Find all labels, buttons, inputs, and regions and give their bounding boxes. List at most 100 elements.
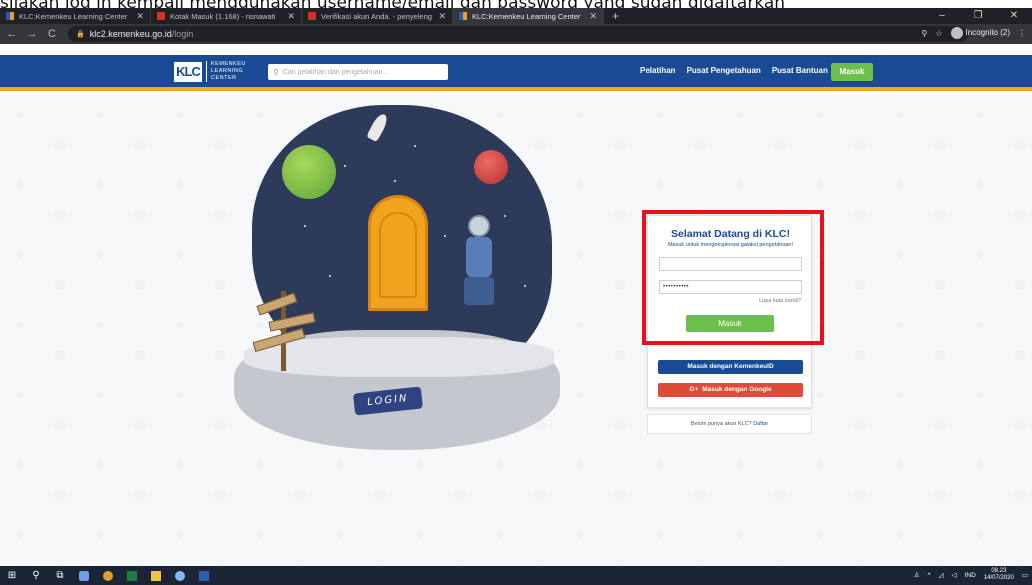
- sign-board: [252, 328, 306, 352]
- site-header: KLC KEMENKEU LEARNING CENTER ⚲ Cari pela…: [0, 55, 1032, 91]
- nav-pusat-bantuan[interactable]: Pusat Bantuan: [772, 66, 828, 75]
- green-planet-icon: [282, 145, 336, 199]
- logo-line: LEARNING: [211, 68, 244, 74]
- forward-icon[interactable]: →: [24, 28, 40, 40]
- google-login-button[interactable]: G+ Masuk dengan Google: [658, 383, 803, 397]
- highlight-box: [642, 210, 824, 345]
- file-explorer-icon[interactable]: [144, 566, 168, 585]
- star-icon: [524, 285, 526, 287]
- address-bar-row: ← → C 🔒 klc2.kemenkeu.go.id/login ⚲ ☆ In…: [0, 24, 1032, 44]
- browser-toolbar-right: ⚲ ☆ Incognito (2) ⋮: [922, 27, 1026, 39]
- clock-time: 08.23: [991, 568, 1007, 574]
- close-icon[interactable]: ✕: [287, 11, 295, 22]
- logo-line: KEMENKEU: [211, 61, 246, 67]
- tab-label: Verifikasi akun Anda. - penyeleng: [321, 11, 432, 21]
- back-icon[interactable]: ←: [4, 28, 20, 40]
- sign-board: [256, 292, 298, 316]
- chrome-icon[interactable]: [96, 566, 120, 585]
- search-placeholder: Cari pelatihan dan pengetahuan...: [282, 68, 389, 76]
- word-icon[interactable]: [192, 566, 216, 585]
- kemenkeuid-login-button[interactable]: Masuk dengan KemenkeuID: [658, 360, 803, 374]
- register-link[interactable]: Daftar: [753, 421, 768, 427]
- maximize-icon[interactable]: ❐: [960, 8, 996, 24]
- new-tab-icon[interactable]: +: [612, 9, 619, 23]
- klc-favicon-icon: [6, 12, 14, 20]
- google-plus-icon: G+: [689, 386, 699, 393]
- header-login-button[interactable]: Masuk: [831, 63, 873, 81]
- lock-icon: 🔒: [76, 31, 85, 38]
- star-icon: [394, 180, 396, 182]
- tutorial-caption: silakan log in kembali menggunakan usern…: [0, 0, 1032, 8]
- google-login-label: Masuk dengan Google: [702, 386, 772, 393]
- network-icon[interactable]: ◿: [939, 571, 944, 579]
- nav-pelatihan[interactable]: Pelatihan: [640, 66, 676, 75]
- astronaut-helmet: [468, 215, 490, 237]
- tab-label: Kotak Masuk (1.168) - risnawati: [170, 11, 276, 21]
- gmail-favicon-icon: [308, 12, 316, 20]
- url-path: /login: [171, 29, 194, 39]
- browser-tab[interactable]: Kotak Masuk (1.168) - risnawati ✕: [151, 8, 302, 24]
- app-icon[interactable]: [72, 566, 96, 585]
- url-host: klc2.kemenkeu.go.id: [89, 29, 172, 39]
- url-input[interactable]: 🔒 klc2.kemenkeu.go.id/login: [68, 26, 968, 42]
- zoom-icon[interactable]: ⚲: [922, 29, 928, 38]
- logo-mark: KLC: [174, 61, 202, 82]
- clock[interactable]: 08.23 14/07/2020: [984, 568, 1014, 582]
- nav-pusat-pengetahuan[interactable]: Pusat Pengetahuan: [687, 66, 761, 75]
- gmail-favicon-icon: [157, 12, 165, 20]
- register-text: Belum punya akun KLC?: [690, 421, 752, 427]
- browser-tab[interactable]: KLC:Kemenkeu Learning Center ✕: [0, 8, 151, 24]
- close-icon[interactable]: ✕: [136, 11, 144, 22]
- star-icon: [504, 215, 506, 217]
- incognito-label: Incognito (2): [965, 28, 1010, 38]
- star-icon: [304, 225, 306, 227]
- close-window-icon[interactable]: ✕: [996, 8, 1032, 24]
- red-planet-icon: [474, 150, 508, 184]
- site-nav: Pelatihan Pusat Pengetahuan Pusat Bantua…: [640, 66, 828, 75]
- reload-icon[interactable]: C: [44, 28, 60, 40]
- system-tray: ♙ ^ ◿ ◁ IND 08.23 14/07/2020 ▭: [914, 568, 1028, 582]
- windows-start-icon[interactable]: ⊞: [0, 566, 24, 585]
- notification-icon[interactable]: ▭: [1022, 571, 1028, 579]
- klc-logo[interactable]: KLC KEMENKEU LEARNING CENTER: [174, 61, 246, 82]
- clock-date: 14/07/2020: [983, 575, 1014, 581]
- incognito-badge[interactable]: Incognito (2): [950, 27, 1010, 39]
- star-icon: [329, 275, 331, 277]
- site-search-input[interactable]: ⚲ Cari pelatihan dan pengetahuan...: [268, 64, 448, 80]
- window-controls: – ❐ ✕: [924, 8, 1032, 24]
- windows-taskbar: ⊞ ⚲ ⧉ ♙ ^ ◿ ◁ IND 08.23 14/07/2020 ▭: [0, 566, 1032, 585]
- task-view-icon[interactable]: ⧉: [48, 566, 72, 585]
- astronaut-legs: [464, 277, 494, 305]
- star-icon: [414, 145, 416, 147]
- browser-tab[interactable]: Verifikasi akun Anda. - penyeleng ✕: [302, 8, 453, 24]
- chrome-incognito-icon[interactable]: [168, 566, 192, 585]
- browser-tab-active[interactable]: KLC:Kemenkeu Learning Center ✕: [453, 8, 604, 24]
- sign-board: [268, 312, 316, 332]
- astronaut-body: [466, 237, 492, 277]
- door-panel: [379, 212, 417, 298]
- people-icon[interactable]: ♙: [914, 571, 920, 579]
- star-icon: [444, 235, 446, 237]
- logo-text: KEMENKEU LEARNING CENTER: [206, 61, 246, 82]
- excel-icon[interactable]: [120, 566, 144, 585]
- tray-chevron-icon[interactable]: ^: [928, 572, 931, 579]
- menu-icon[interactable]: ⋮: [1018, 29, 1026, 38]
- browser-tab-strip: KLC:Kemenkeu Learning Center ✕ Kotak Mas…: [0, 8, 1032, 24]
- signpost-illustration: [249, 291, 319, 371]
- klc-favicon-icon: [459, 12, 467, 20]
- search-icon[interactable]: ⚲: [24, 566, 48, 585]
- volume-icon[interactable]: ◁: [952, 571, 957, 579]
- astronaut-illustration: [462, 215, 502, 305]
- search-icon: ⚲: [273, 67, 279, 77]
- door-illustration: [368, 195, 428, 311]
- star-icon: [344, 165, 346, 167]
- logo-line: CENTER: [211, 75, 237, 81]
- star-icon[interactable]: ☆: [935, 29, 942, 38]
- register-box: Belum punya akun KLC? Daftar: [647, 414, 812, 434]
- language-indicator[interactable]: IND: [965, 572, 976, 579]
- tab-label: KLC:Kemenkeu Learning Center: [472, 11, 581, 21]
- close-icon[interactable]: ✕: [589, 11, 597, 22]
- minimize-icon[interactable]: –: [924, 8, 960, 24]
- login-illustration: LOGIN: [234, 105, 560, 450]
- close-icon[interactable]: ✕: [438, 11, 446, 22]
